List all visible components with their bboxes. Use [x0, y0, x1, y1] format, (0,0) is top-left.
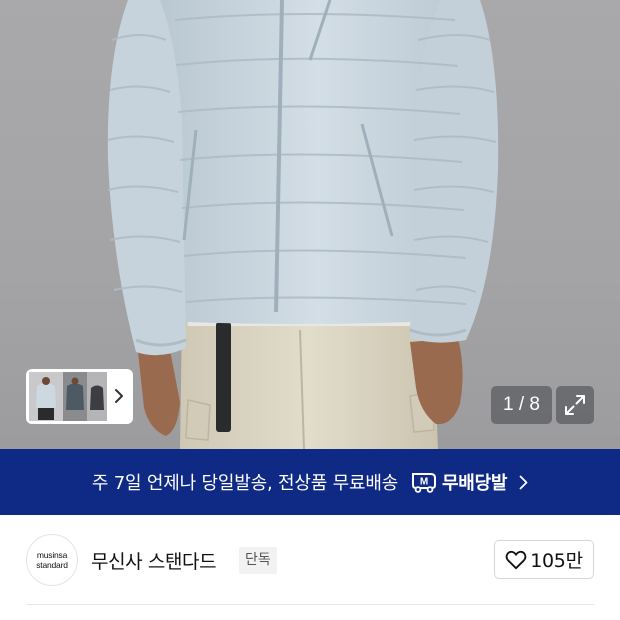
chevron-right-icon[interactable] — [114, 388, 124, 404]
brand-logo[interactable]: musinsa standard — [26, 534, 78, 586]
exclusive-badge: 단독 — [239, 547, 277, 574]
heart-outline-icon — [505, 550, 527, 569]
delivery-message: 주 7일 언제나 당일발송, 전상품 무료배송 — [91, 473, 399, 494]
thumbnail-group[interactable] — [29, 372, 107, 421]
expand-arrows-icon — [565, 395, 585, 415]
expand-button[interactable] — [556, 386, 594, 424]
brand-logo-line1: musinsa — [36, 550, 68, 560]
image-counter: 1 / 8 — [491, 386, 552, 424]
delivery-banner[interactable]: 주 7일 언제나 당일발송, 전상품 무료배송 M 무배당발 — [0, 449, 620, 515]
brand-row: musinsa standard 무신사 스탠다드 단독 105만 — [0, 515, 620, 605]
delivery-truck-icon: M — [412, 473, 437, 493]
product-image-gallery[interactable]: 1 / 8 — [0, 0, 620, 449]
free-delivery-label: 무배당발 — [442, 473, 508, 494]
like-button[interactable]: 105만 — [494, 540, 594, 579]
brand-logo-line2: standard — [36, 560, 68, 570]
free-delivery-badge: M 무배당발 — [410, 469, 507, 495]
brand-name[interactable]: 무신사 스탠다드 — [91, 547, 217, 574]
thumbnail-strip[interactable] — [26, 369, 133, 424]
thumbnail-images — [29, 372, 107, 421]
badge-logo-letter: M — [420, 477, 428, 488]
section-divider — [26, 604, 594, 605]
like-count: 105만 — [530, 550, 583, 572]
chevron-right-icon — [519, 475, 528, 489]
